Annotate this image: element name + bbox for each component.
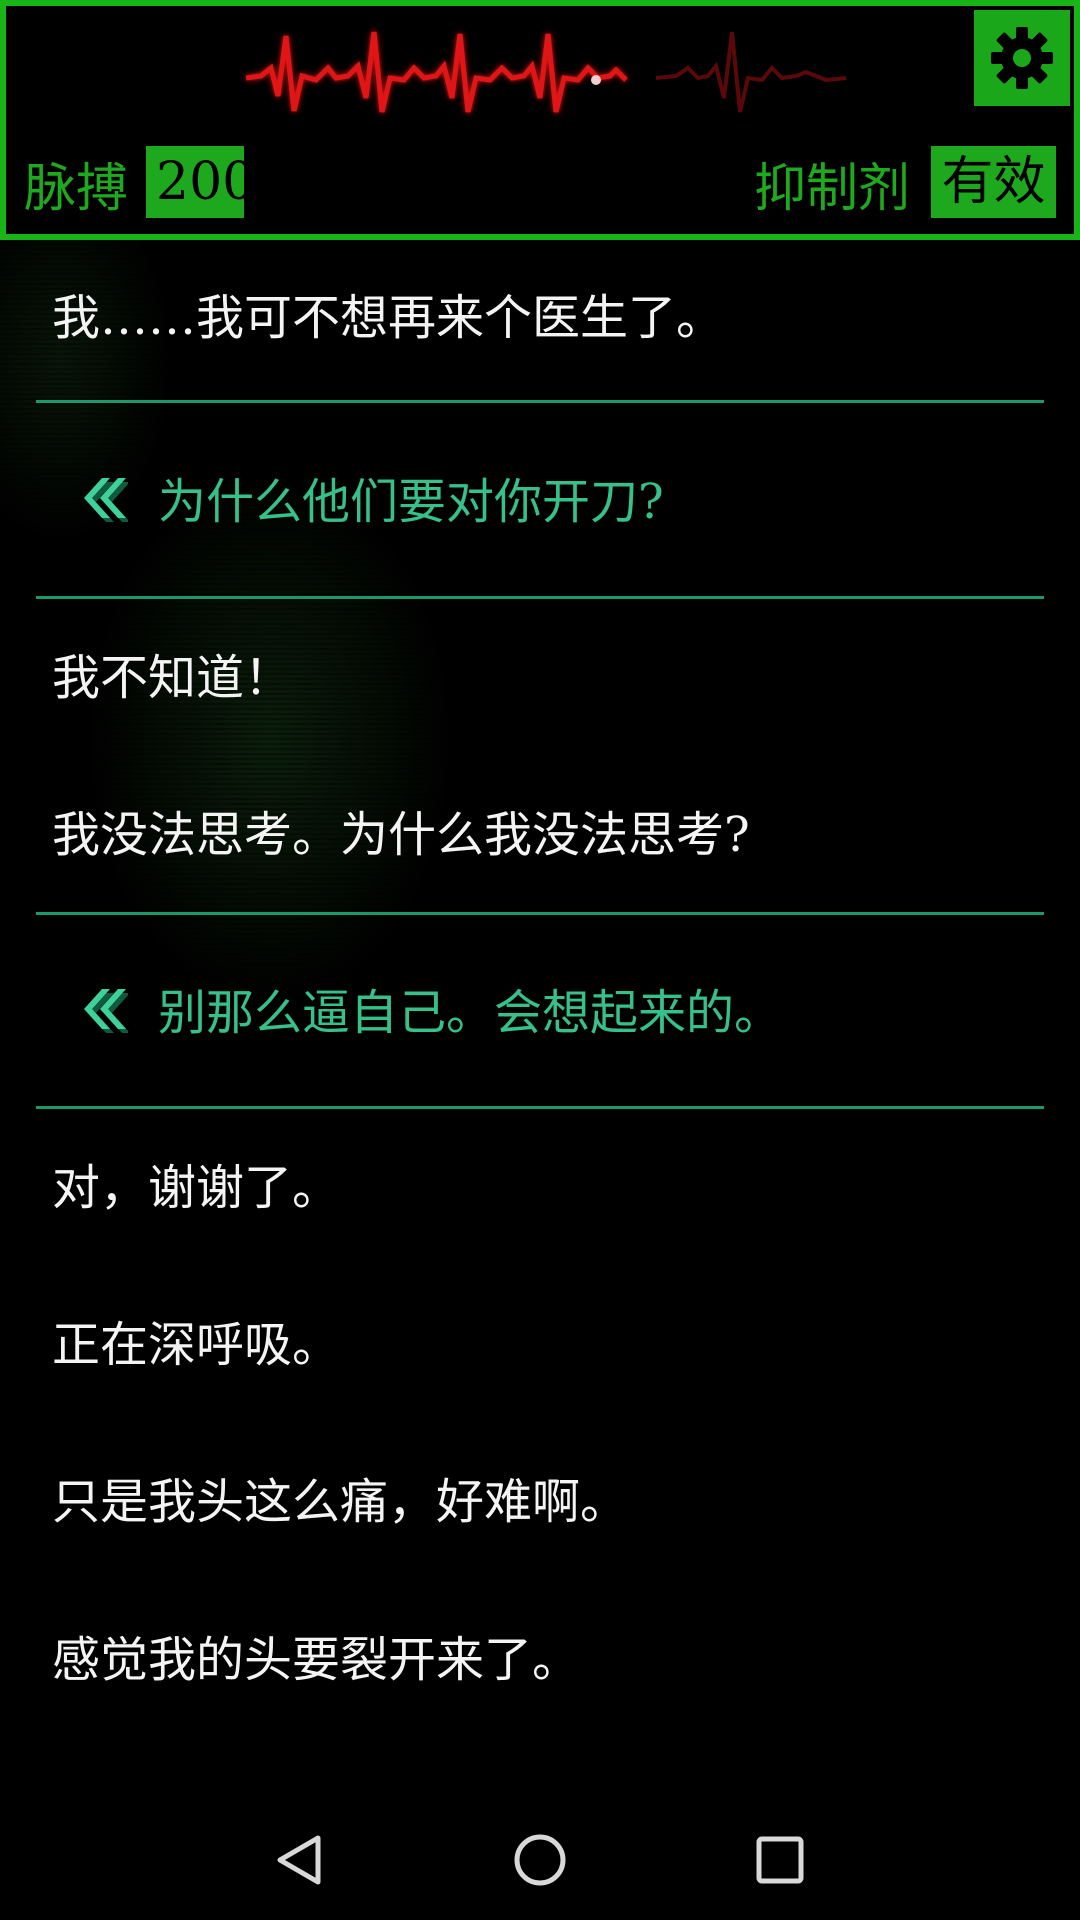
choice-divider-bottom: [36, 596, 1044, 599]
ecg-cursor-dot: [591, 75, 601, 85]
dialogue-line: 我没法思考。为什么我没法思考?: [52, 807, 750, 863]
dialogue-line: 我……我可不想再来个医生了。: [52, 290, 725, 346]
pulse-value: 200: [146, 146, 255, 218]
settings-button[interactable]: [974, 10, 1070, 106]
choice-divider-top: [36, 400, 1044, 403]
choice-divider-top: [36, 912, 1044, 915]
choice-text: 为什么他们要对你开刀?: [158, 474, 664, 530]
dialogue-line: 我不知道！: [52, 650, 293, 706]
inhibitor-label: 抑制剂: [754, 159, 911, 219]
double-chevron-left-icon: [84, 989, 128, 1033]
dialogue-line: 对，谢谢了。: [52, 1160, 341, 1216]
home-button[interactable]: [500, 1820, 580, 1900]
background-glow: [0, 240, 1080, 1240]
choice-divider-bottom: [36, 1106, 1044, 1109]
dialogue-choice[interactable]: 为什么他们要对你开刀?: [78, 467, 664, 537]
dialogue-line: 只是我头这么痛，好难啊。: [52, 1474, 629, 1530]
inhibitor-status-value: 有效: [931, 146, 1056, 218]
background-scanlines: [0, 240, 1080, 1240]
back-button[interactable]: [260, 1820, 340, 1900]
pulse-label: 脉搏: [24, 159, 129, 219]
choice-text: 别那么逼自己。会想起来的。: [158, 985, 783, 1041]
dialogue-line: 感觉我的头要裂开来了。: [52, 1632, 581, 1688]
system-navigation-bar: [0, 1800, 1080, 1920]
status-header: 脉搏 200 抑制剂 有效: [0, 0, 1080, 240]
recent-square-icon: [756, 1836, 804, 1884]
home-circle-icon: [514, 1834, 566, 1886]
gear-icon: [991, 27, 1053, 89]
ecg-heartbeat-graphic: [245, 31, 847, 113]
dialogue-choice[interactable]: 别那么逼自己。会想起来的。: [78, 978, 782, 1048]
ecg-trace-fading: [655, 31, 847, 113]
recent-apps-button[interactable]: [740, 1820, 820, 1900]
ecg-trace-active: [245, 31, 628, 113]
double-chevron-left-icon: [84, 478, 128, 522]
dialogue-line: 正在深呼吸。: [52, 1317, 341, 1373]
back-triangle-icon: [277, 1835, 321, 1885]
